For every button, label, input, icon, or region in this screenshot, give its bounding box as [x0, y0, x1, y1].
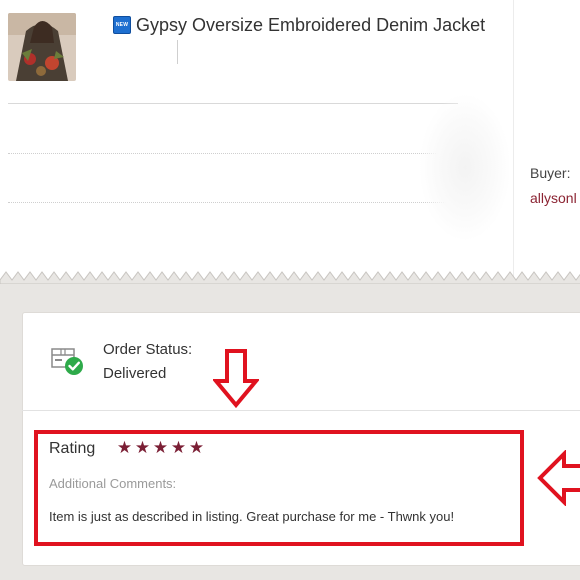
row-divider-dotted: [8, 153, 458, 154]
text-cursor: [177, 40, 178, 64]
card-divider: [22, 410, 580, 411]
additional-comments-label: Additional Comments:: [49, 476, 177, 491]
blurred-region: [420, 95, 510, 240]
down-arrow-icon: [213, 349, 259, 408]
row-divider-dotted: [8, 202, 458, 203]
review-comment: Item is just as described in listing. Gr…: [49, 509, 455, 524]
buyer-label: Buyer:: [530, 165, 571, 181]
rating-stars: ★ ★ ★ ★ ★: [116, 438, 205, 458]
star-icon: ★: [188, 438, 205, 457]
product-panel: NEW Gypsy Oversize Embroidered Denim Jac…: [0, 0, 580, 278]
rating-label: Rating: [49, 440, 96, 457]
column-divider: [513, 0, 514, 278]
row-divider: [8, 103, 458, 104]
star-icon: ★: [134, 438, 151, 457]
product-title-link[interactable]: Gypsy Oversize Embroidered Denim Jacket: [136, 15, 485, 36]
buyer-name-link[interactable]: allysonl: [530, 190, 577, 206]
left-arrow-icon: [537, 450, 580, 506]
star-icon: ★: [152, 438, 169, 457]
torn-edge-divider: [0, 271, 580, 284]
product-thumbnail[interactable]: [8, 13, 76, 81]
new-badge: NEW: [113, 16, 131, 34]
order-status-label: Order Status:: [103, 341, 193, 358]
delivered-box-check-icon: [50, 345, 86, 377]
star-icon: ★: [170, 438, 187, 457]
star-icon: ★: [116, 438, 133, 457]
order-status-value: Delivered: [103, 365, 167, 382]
